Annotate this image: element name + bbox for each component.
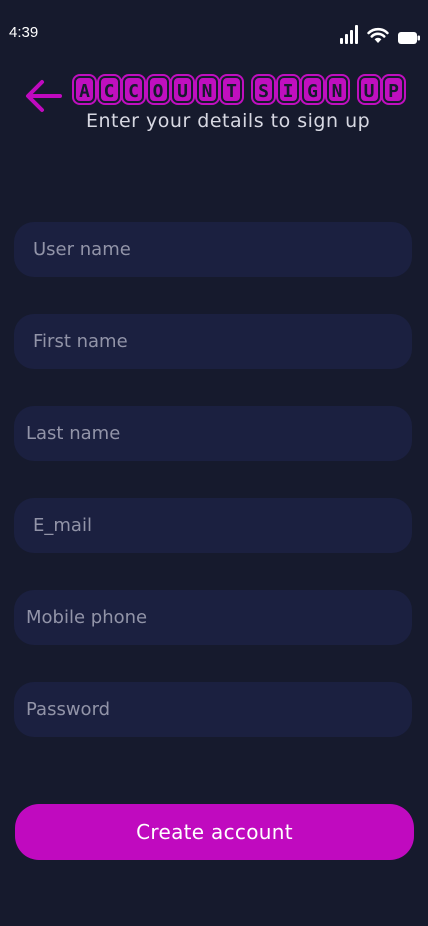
title-letter: U: [172, 75, 193, 103]
last-name-field[interactable]: [14, 406, 412, 461]
password-field[interactable]: [14, 682, 412, 737]
create-account-button[interactable]: Create account: [15, 804, 414, 860]
status-icons: [340, 24, 420, 44]
username-field[interactable]: [14, 222, 412, 277]
title-letter: N: [326, 75, 348, 103]
battery-icon: [398, 32, 420, 44]
title-letter: A: [74, 75, 95, 103]
status-time: 4:39: [9, 24, 39, 41]
title-letter: N: [196, 75, 218, 103]
title-letter: P: [383, 75, 404, 103]
email-field[interactable]: [14, 498, 412, 553]
title-letter: G: [302, 75, 323, 103]
arrow-left-icon: [26, 80, 62, 112]
cellular-signal-icon: [340, 24, 358, 44]
header: ACCOUNTSIGNUP Enter your details to sign…: [0, 70, 428, 140]
page-title: ACCOUNTSIGNUP: [74, 74, 404, 104]
title-letter: T: [221, 75, 242, 103]
title-letter: S: [253, 75, 274, 103]
title-letter: O: [147, 75, 169, 103]
first-name-field[interactable]: [14, 314, 412, 369]
title-letter: C: [98, 75, 120, 103]
page-subtitle: Enter your details to sign up: [86, 110, 371, 132]
status-bar: 4:39: [0, 0, 428, 60]
title-letter: C: [123, 75, 144, 103]
mobile-phone-field[interactable]: [14, 590, 412, 645]
back-button[interactable]: [22, 74, 66, 114]
title-letter: U: [358, 75, 380, 103]
title-letter: I: [277, 75, 299, 103]
wifi-icon: [367, 27, 389, 44]
